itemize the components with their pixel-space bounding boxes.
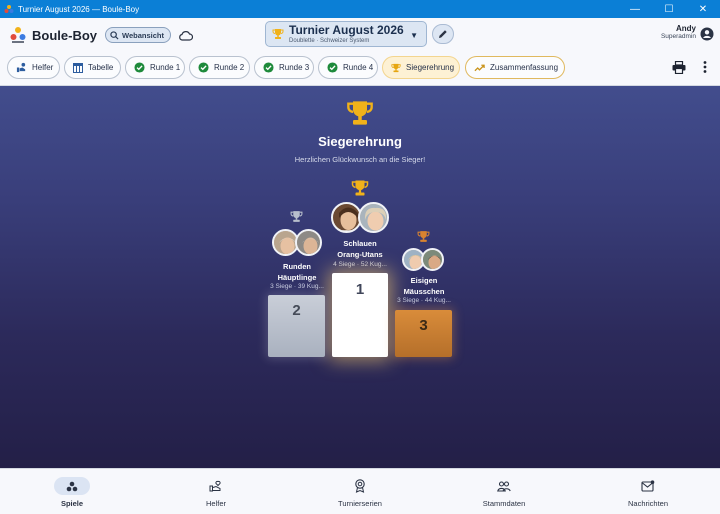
more-vertical-icon[interactable]: [702, 60, 708, 74]
team-name-line: Eisigen: [410, 276, 438, 285]
web-view-label: Webansicht: [122, 30, 164, 40]
ceremony-title: Siegerehrung: [318, 134, 402, 149]
window-title: Turnier August 2026 — Boule-Boy: [18, 4, 140, 14]
cloud-sync-icon[interactable]: [178, 30, 193, 41]
trophy-icon: [391, 63, 401, 72]
tab-label: Runde 3: [279, 63, 310, 72]
trophy-icon: [272, 29, 284, 39]
tournament-selector[interactable]: Turnier August 2026 Doublette · Schweize…: [265, 21, 427, 47]
podium-second-place: 2: [268, 295, 325, 357]
web-view-badge[interactable]: Webansicht: [105, 27, 171, 43]
third-place-team-name: Eisigen Mäusschen: [374, 275, 474, 297]
tab-label: Siegerehrung: [406, 63, 455, 72]
account-icon[interactable]: [700, 27, 714, 41]
nav-turnierserien[interactable]: Turnierserien: [310, 469, 410, 514]
team-name-line: Runden: [283, 262, 311, 271]
tab-bar: Helfer Tabelle Runde 1 Runde 2 Runde 3 R…: [0, 52, 720, 86]
app-header: Boule-Boy Webansicht Turnier August 2026…: [0, 18, 720, 52]
check-circle-icon: [134, 62, 145, 73]
tab-label: Zusammenfassung: [490, 63, 559, 72]
second-place-team-name: Runden Häuptlinge: [247, 261, 347, 283]
tab-runde-1[interactable]: Runde 1: [125, 56, 185, 79]
second-place-stats: 3 Siege · 39 Kug...: [270, 283, 324, 290]
app-icon: [4, 4, 14, 14]
second-place-avatars: [272, 229, 322, 256]
tab-label: Runde 2: [214, 63, 245, 72]
bronze-trophy-icon: [417, 231, 430, 242]
tab-label: Tabelle: [88, 63, 114, 72]
tournament-name: Turnier August 2026: [289, 22, 404, 37]
ceremony-subtitle: Herzlichen Glückwunsch an die Sieger!: [294, 155, 426, 164]
people-icon: [486, 477, 522, 495]
winner-avatars: [331, 202, 389, 233]
team-name-line: Mäusschen: [403, 287, 445, 296]
brand-name: Boule-Boy: [32, 27, 97, 43]
user-name: Andy: [676, 24, 696, 33]
tab-tabelle[interactable]: Tabelle: [64, 56, 121, 79]
check-circle-icon: [263, 62, 274, 73]
check-circle-icon: [198, 62, 209, 73]
team-name-line: Orang-Utans: [337, 250, 383, 259]
nav-label: Stammdaten: [482, 499, 526, 508]
close-icon[interactable]: ✕: [686, 0, 720, 18]
tab-runde-3[interactable]: Runde 3: [254, 56, 314, 79]
trend-icon: [474, 64, 485, 71]
place-number: 2: [292, 302, 301, 319]
helper-icon: [16, 62, 26, 73]
minimize-icon[interactable]: —: [618, 0, 652, 18]
nav-nachrichten[interactable]: Nachrichten: [598, 469, 698, 514]
table-icon: [73, 62, 83, 73]
window-title-bar: Turnier August 2026 — Boule-Boy — ☐ ✕: [0, 0, 720, 18]
nav-label: Helfer: [205, 499, 226, 508]
tab-runde-2[interactable]: Runde 2: [189, 56, 250, 79]
tab-runde-4[interactable]: Runde 4: [318, 56, 378, 79]
avatar: [358, 202, 389, 233]
first-place-team-name: Schlauen Orang-Utans: [310, 238, 410, 260]
tab-label: Runde 4: [343, 63, 374, 72]
trophy-icon: [347, 101, 373, 125]
games-icon: [54, 477, 90, 495]
bottom-navigation: Spiele Helfer Turnierserien Stammdaten N…: [0, 468, 720, 514]
place-number: 1: [355, 281, 365, 298]
tab-helfer[interactable]: Helfer: [7, 56, 60, 79]
nav-spiele[interactable]: Spiele: [22, 469, 122, 514]
message-icon: [630, 477, 666, 495]
check-circle-icon: [327, 62, 338, 73]
chevron-down-icon: ▼: [410, 31, 418, 40]
silver-trophy-icon: [290, 211, 303, 222]
tournament-mode: Doublette · Schweizer System: [289, 37, 370, 44]
nav-label: Turnierserien: [338, 499, 382, 508]
print-icon[interactable]: [672, 61, 686, 74]
tab-zusammenfassung[interactable]: Zusammenfassung: [465, 56, 565, 79]
award-ceremony-panel: Siegerehrung Herzlichen Glückwunsch an d…: [0, 86, 720, 468]
tab-label: Helfer: [32, 63, 54, 72]
helper-icon: [198, 477, 234, 495]
user-role: Superadmin: [660, 33, 696, 40]
pencil-icon: [439, 30, 447, 38]
series-icon: [342, 477, 378, 495]
edit-tournament-button[interactable]: [432, 24, 454, 44]
third-place-stats: 3 Siege · 44 Kug...: [397, 297, 451, 304]
logo-icon: [10, 27, 26, 43]
maximize-icon[interactable]: ☐: [652, 0, 686, 18]
web-search-icon: [110, 30, 119, 40]
nav-label: Nachrichten: [627, 499, 669, 508]
third-place-avatars: [402, 248, 444, 271]
gold-trophy-icon: [351, 180, 369, 196]
nav-helfer[interactable]: Helfer: [166, 469, 266, 514]
team-name-line: Häuptlinge: [277, 273, 317, 282]
nav-label: Spiele: [60, 499, 84, 508]
team-name-line: Schlauen: [343, 239, 377, 248]
tab-label: Runde 1: [150, 63, 181, 72]
avatar: [421, 248, 444, 271]
user-info: Andy Superadmin: [661, 24, 696, 40]
place-number: 3: [419, 317, 428, 334]
avatar: [295, 229, 322, 256]
nav-stammdaten[interactable]: Stammdaten: [454, 469, 554, 514]
tab-siegerehrung[interactable]: Siegerehrung: [382, 56, 460, 79]
podium-third-place: 3: [395, 310, 452, 357]
